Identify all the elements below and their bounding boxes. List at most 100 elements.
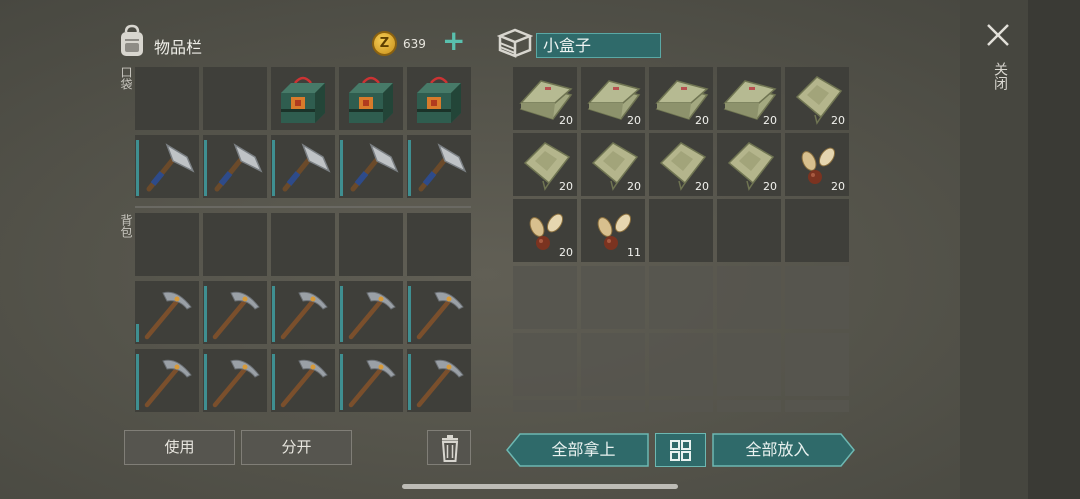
pickaxe-icon (416, 359, 464, 408)
backpack-label: 背包 (119, 214, 133, 238)
pickaxe-icon (212, 359, 260, 408)
item-quantity: 20 (831, 114, 845, 127)
side-panel-edge (1028, 0, 1080, 499)
pickaxe-icon (280, 291, 328, 340)
container-slot-empty[interactable] (649, 199, 713, 262)
sort-button[interactable] (655, 433, 706, 467)
pickaxe-icon (348, 291, 396, 340)
container-slot-empty[interactable] (581, 333, 645, 396)
pocket-slot-empty[interactable] (135, 67, 199, 130)
item-quantity: 20 (559, 180, 573, 193)
container-slot-cloth-piece[interactable]: 20 (717, 133, 781, 196)
item-quantity: 20 (559, 114, 573, 127)
hatchet-icon (282, 143, 331, 192)
coin-count: 639 (403, 37, 426, 51)
container-slot-cloth-piece[interactable]: 20 (785, 67, 849, 130)
close-label[interactable]: 关闭 (990, 62, 1010, 90)
backpack-slot-pickaxe[interactable] (271, 349, 335, 412)
item-quantity: 20 (627, 180, 641, 193)
item-quantity: 20 (695, 180, 709, 193)
put-all-button[interactable]: 全部放入 (712, 433, 843, 467)
backpack-slot-pickaxe[interactable] (339, 281, 403, 344)
container-slot-seeds[interactable]: 20 (785, 133, 849, 196)
backpack-slot-pickaxe[interactable] (203, 349, 267, 412)
pickaxe-icon (416, 291, 464, 340)
pickaxe-icon (144, 291, 192, 340)
container-slot-empty[interactable] (513, 400, 577, 412)
backpack-slot-empty[interactable] (135, 213, 199, 276)
container-slot-cloth[interactable]: 20 (513, 67, 577, 130)
pocket-slot-hatchet[interactable] (203, 135, 267, 198)
item-quantity: 20 (763, 180, 777, 193)
container-slot-empty[interactable] (649, 400, 713, 412)
container-slot-empty[interactable] (513, 266, 577, 329)
home-indicator[interactable] (402, 484, 678, 489)
backpack-slot-pickaxe[interactable] (135, 349, 199, 412)
container-slot-empty[interactable] (785, 400, 849, 412)
pocket-slot-toolbox[interactable] (271, 67, 335, 130)
container-slot-cloth-piece[interactable]: 20 (581, 133, 645, 196)
take-all-button[interactable]: 全部拿上 (518, 433, 649, 467)
backpack-slot-pickaxe[interactable] (339, 349, 403, 412)
toolbox-icon (417, 76, 461, 123)
backpack-slot-pickaxe[interactable] (135, 281, 199, 344)
backpack-slot-pickaxe[interactable] (407, 349, 471, 412)
pocket-slot-empty[interactable] (203, 67, 267, 130)
backpack-slot-pickaxe[interactable] (271, 281, 335, 344)
container-slot-cloth[interactable]: 20 (649, 67, 713, 130)
container-slot-empty[interactable] (649, 333, 713, 396)
pocket-slot-hatchet[interactable] (339, 135, 403, 198)
hatchet-icon (146, 143, 195, 192)
pocket-slot-hatchet[interactable] (135, 135, 199, 198)
container-slot-empty[interactable] (581, 266, 645, 329)
container-slot-empty[interactable] (581, 400, 645, 412)
item-quantity: 11 (627, 246, 641, 259)
grid-icon (670, 440, 691, 461)
hatchet-icon (418, 143, 467, 192)
toolbox-icon (281, 76, 325, 123)
hatchet-icon (350, 143, 399, 192)
backpack-slot-pickaxe[interactable] (407, 281, 471, 344)
container-slot-empty[interactable] (785, 199, 849, 262)
container-slot-empty[interactable] (649, 266, 713, 329)
coin-icon: Z (372, 31, 397, 56)
backpack-slot-pickaxe[interactable] (203, 281, 267, 344)
pocket-slot-hatchet[interactable] (407, 135, 471, 198)
item-quantity: 20 (695, 114, 709, 127)
split-button[interactable]: 分开 (241, 430, 352, 465)
container-slot-empty[interactable] (717, 400, 781, 412)
add-coins-button[interactable]: + (442, 27, 465, 55)
container-slot-empty[interactable] (717, 333, 781, 396)
container-slot-empty[interactable] (717, 266, 781, 329)
trash-button[interactable] (427, 430, 471, 465)
container-slot-cloth[interactable]: 20 (581, 67, 645, 130)
container-slot-cloth-piece[interactable]: 20 (513, 133, 577, 196)
hatchet-icon (214, 143, 263, 192)
item-quantity: 20 (763, 114, 777, 127)
container-name: 小盒子 (536, 33, 661, 58)
container-slot-empty[interactable] (785, 266, 849, 329)
use-button[interactable]: 使用 (124, 430, 235, 465)
pickaxe-icon (212, 291, 260, 340)
item-quantity: 20 (559, 246, 573, 259)
pocket-slot-toolbox[interactable] (339, 67, 403, 130)
pocket-slot-toolbox[interactable] (407, 67, 471, 130)
backpack-slot-empty[interactable] (271, 213, 335, 276)
container-slot-cloth[interactable]: 20 (717, 67, 781, 130)
container-slot-seeds[interactable]: 11 (581, 199, 645, 262)
container-slot-empty[interactable] (513, 333, 577, 396)
backpack-slot-empty[interactable] (407, 213, 471, 276)
container-slot-seeds[interactable]: 20 (513, 199, 577, 262)
backpack-icon (121, 24, 143, 56)
container-slot-empty[interactable] (717, 199, 781, 262)
item-quantity: 20 (831, 180, 845, 193)
container-slot-cloth-piece[interactable]: 20 (649, 133, 713, 196)
pocket-slot-hatchet[interactable] (271, 135, 335, 198)
backpack-slot-empty[interactable] (339, 213, 403, 276)
pickaxe-icon (144, 359, 192, 408)
close-icon[interactable] (985, 22, 1011, 48)
backpack-slot-empty[interactable] (203, 213, 267, 276)
pickaxe-icon (348, 359, 396, 408)
pocket-label: 口袋 (119, 66, 133, 90)
container-slot-empty[interactable] (785, 333, 849, 396)
